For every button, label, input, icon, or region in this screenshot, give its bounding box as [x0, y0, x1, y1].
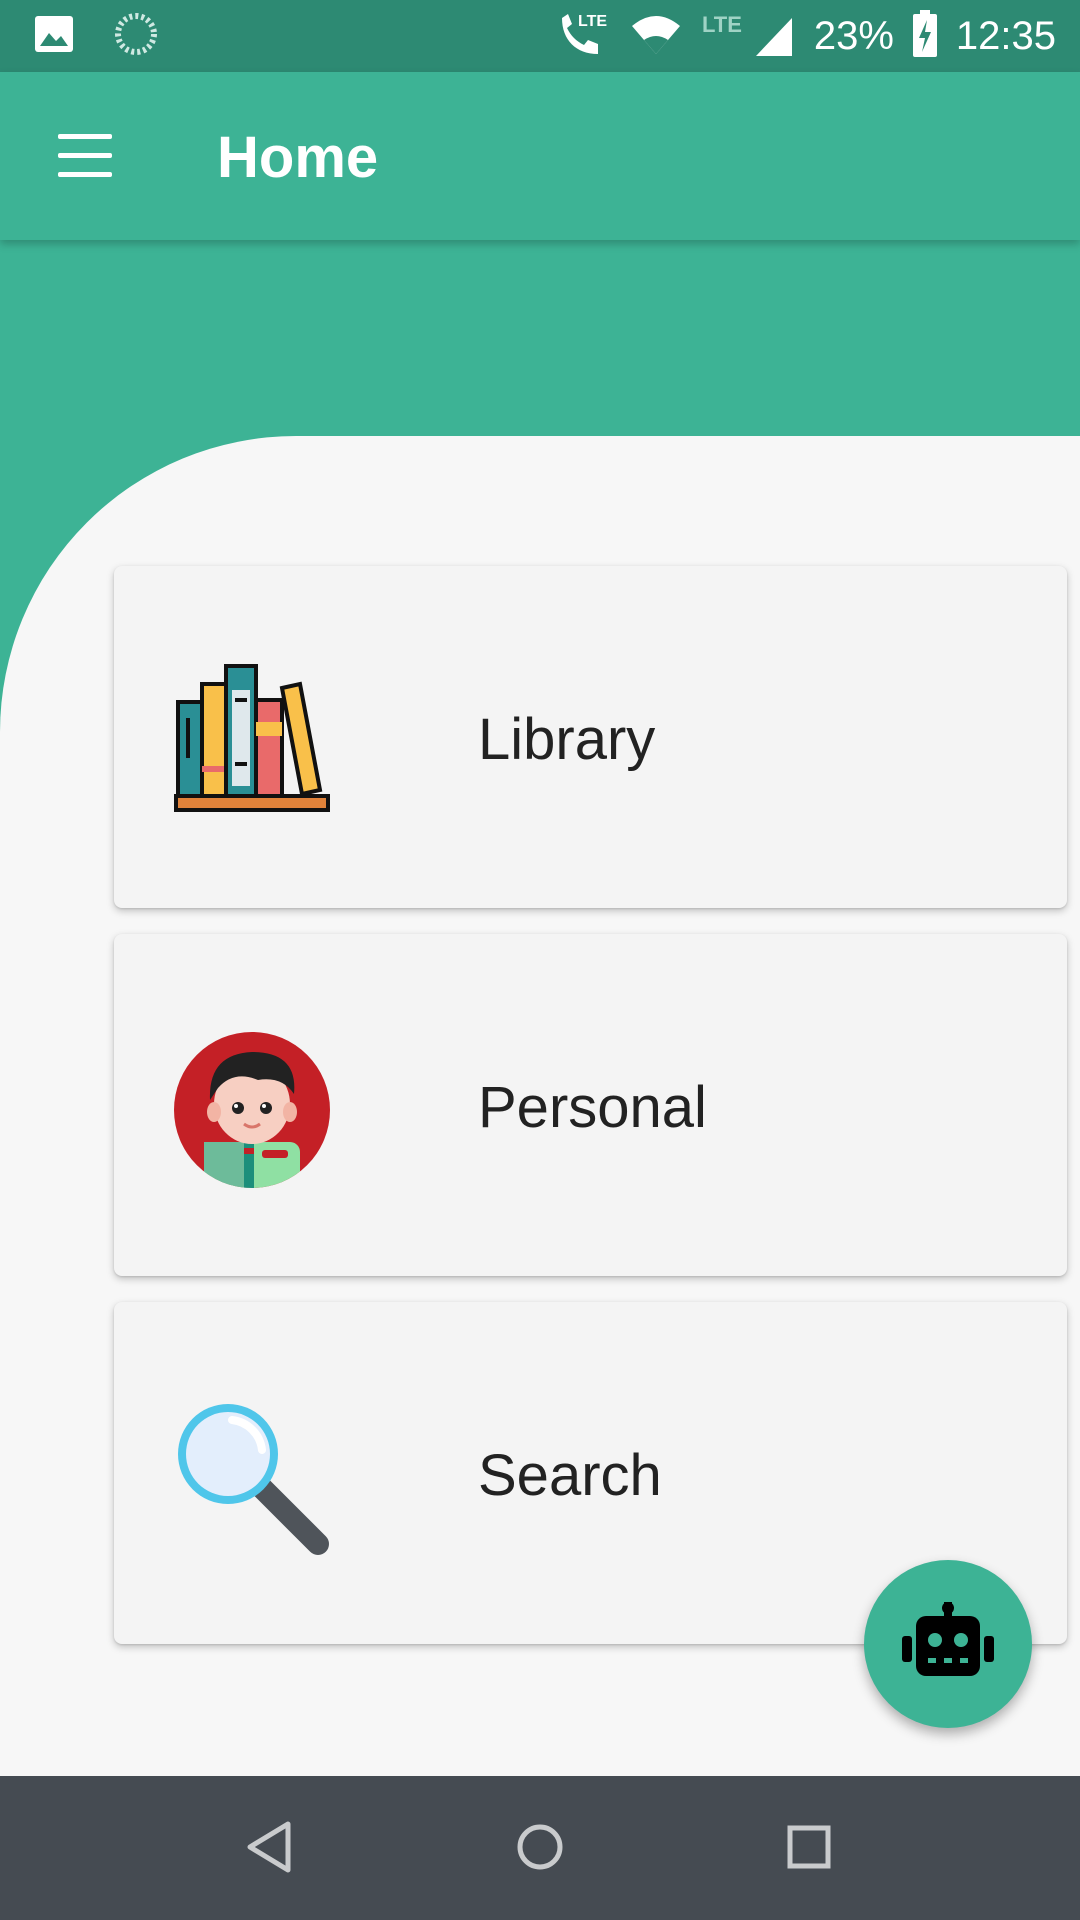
library-card[interactable]: Library: [114, 566, 1067, 908]
magnifier-icon: [172, 1398, 332, 1558]
home-icon[interactable]: [505, 1812, 575, 1882]
search-label: Search: [478, 1443, 662, 1508]
navigation-bar: [0, 1776, 1080, 1920]
personal-label: Personal: [478, 1075, 707, 1140]
app-bar: Home: [0, 72, 1080, 240]
status-bar: LTE LTE 23% 12:35: [0, 0, 1080, 72]
robot-fab-button[interactable]: [864, 1560, 1032, 1728]
hamburger-menu-icon[interactable]: [44, 122, 124, 190]
person-avatar-icon: [172, 1030, 332, 1190]
svg-text:LTE: LTE: [578, 13, 607, 30]
recents-icon[interactable]: [774, 1812, 844, 1882]
battery-charging-icon: [912, 9, 938, 63]
personal-card[interactable]: Personal: [114, 934, 1067, 1276]
books-icon: [172, 662, 332, 822]
clock: 12:35: [955, 13, 1056, 58]
image-icon: [34, 15, 74, 58]
robot-icon: [902, 1601, 994, 1687]
page-title: Home: [217, 125, 379, 190]
battery-percent: 23%: [813, 13, 894, 58]
svg-text:LTE: LTE: [702, 12, 742, 37]
sync-icon: [114, 12, 158, 61]
wifi-icon: [630, 12, 682, 61]
lte-call-icon: LTE: [554, 10, 612, 63]
library-label: Library: [478, 707, 656, 772]
lte-signal-icon: LTE: [700, 10, 796, 63]
back-icon[interactable]: [234, 1812, 304, 1882]
